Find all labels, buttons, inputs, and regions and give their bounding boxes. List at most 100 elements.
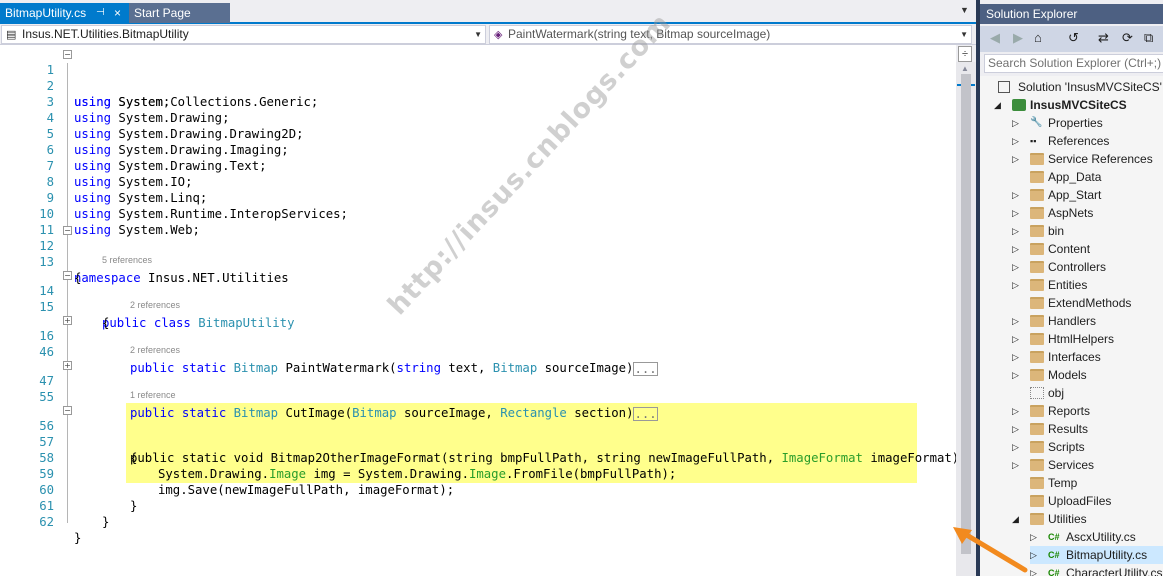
- tree-node-item[interactable]: ▷ Handlers: [1012, 312, 1163, 330]
- sync-icon[interactable]: ↺: [1068, 30, 1079, 46]
- tree-node-file[interactable]: ▷ C# AscxUtility.cs: [1030, 528, 1163, 546]
- expand-arrow-icon[interactable]: ▷: [1012, 258, 1022, 276]
- collapse-icon[interactable]: −: [63, 226, 72, 235]
- tree-node-item[interactable]: ▷ Controllers: [1012, 258, 1163, 276]
- expand-arrow-icon[interactable]: ▷: [1030, 564, 1040, 576]
- type-dropdown[interactable]: ▤ Insus.NET.Utilities.BitmapUtility ▼: [1, 25, 486, 44]
- tree-node-label: Models: [1048, 368, 1087, 382]
- scroll-up-icon[interactable]: ▲: [961, 64, 969, 73]
- expand-arrow-icon[interactable]: ▷: [1012, 204, 1022, 222]
- tree-node-item[interactable]: ▷ bin: [1012, 222, 1163, 240]
- codelens-references[interactable]: 2 references: [130, 300, 180, 311]
- references-icon: ▪▪: [1030, 136, 1037, 146]
- tree-node-item[interactable]: ▷ Content: [1012, 240, 1163, 258]
- expand-arrow-icon[interactable]: ▷: [1012, 186, 1022, 204]
- code-line: 57 {: [0, 418, 956, 465]
- tree-node-item[interactable]: ▷ Scripts: [1012, 438, 1163, 456]
- tree-node-item[interactable]: ▷ Service References: [1012, 150, 1163, 168]
- expand-arrow-icon[interactable]: ▷: [1012, 312, 1022, 330]
- expand-arrow-icon[interactable]: ▷: [1030, 546, 1040, 564]
- close-icon[interactable]: ×: [114, 3, 121, 23]
- forward-icon[interactable]: ▶: [1013, 30, 1023, 46]
- tree-node-item[interactable]: ▷ ▪▪ References: [1012, 132, 1163, 150]
- expand-arrow-icon[interactable]: ▷: [1012, 366, 1022, 384]
- folder-icon: [1030, 423, 1044, 435]
- collapse-icon[interactable]: −: [63, 271, 72, 280]
- expand-arrow-icon[interactable]: ▷: [1012, 240, 1022, 258]
- expand-arrow-icon[interactable]: ▷: [1012, 456, 1022, 474]
- expand-arrow-icon[interactable]: ▷: [1012, 438, 1022, 456]
- collapse-icon[interactable]: −: [63, 406, 72, 415]
- expand-arrow-icon[interactable]: ▷: [1012, 132, 1022, 150]
- tree-node-item[interactable]: ▷ Reports: [1012, 402, 1163, 420]
- code-line: 60 }: [0, 466, 956, 513]
- tab-start-page[interactable]: Start Page: [129, 3, 230, 23]
- tree-node-item[interactable]: ▷ Entities: [1012, 276, 1163, 294]
- expand-arrow-icon[interactable]: ▷: [1012, 150, 1022, 168]
- scrollbar-thumb[interactable]: [961, 74, 971, 554]
- tree-node-file[interactable]: ▷ C# CharacterUtility.cs: [1030, 564, 1163, 576]
- tree-node-item[interactable]: UploadFiles: [1012, 492, 1163, 510]
- tree-node-label: Content: [1048, 242, 1091, 256]
- tree-node-item[interactable]: Temp: [1012, 474, 1163, 492]
- back-icon[interactable]: ◀: [990, 30, 1000, 46]
- tree-node-item[interactable]: ▷ Results: [1012, 420, 1163, 438]
- member-dropdown[interactable]: ◈ PaintWatermark(string text, Bitmap sou…: [489, 25, 972, 44]
- tree-node-item[interactable]: ◢ Utilities: [1012, 510, 1163, 528]
- csharp-file-icon: C#: [1048, 550, 1060, 560]
- expand-arrow-icon[interactable]: ▷: [1012, 420, 1022, 438]
- codelens-references[interactable]: 5 references: [102, 255, 152, 266]
- collapse-icon[interactable]: −: [63, 50, 72, 59]
- code-line: 10 using System.Web;: [0, 190, 956, 237]
- tab-overflow-dropdown-icon[interactable]: ▼: [960, 5, 969, 15]
- tree-node-label: BitmapUtility.cs: [1066, 548, 1148, 562]
- expand-arrow-icon[interactable]: ▷: [1030, 528, 1040, 546]
- tree-node-item[interactable]: ▷ Models: [1012, 366, 1163, 384]
- tree-node-item[interactable]: App_Data: [1012, 168, 1163, 186]
- expand-arrow-icon[interactable]: ▷: [1012, 222, 1022, 240]
- tree-node-project[interactable]: ◢ InsusMVCSiteCS: [994, 96, 1163, 114]
- code-line: 46: [0, 328, 956, 359]
- solution-explorer-panel: Solution Explorer ◀ ▶ ⌂ ↺ ⇄ ⟳ ⧉ Search S…: [976, 0, 1163, 576]
- pin-icon[interactable]: ⊣: [96, 3, 105, 23]
- expand-icon[interactable]: +: [63, 361, 72, 370]
- home-icon[interactable]: ⌂: [1034, 30, 1042, 46]
- split-window-icon[interactable]: ÷: [958, 46, 972, 62]
- codelens-references[interactable]: 2 references: [130, 345, 180, 356]
- tree-node-label: CharacterUtility.cs: [1066, 566, 1163, 576]
- tree-node-item[interactable]: ▷ 🔧 Properties: [1012, 114, 1163, 132]
- folder-icon: [1030, 441, 1044, 453]
- expand-arrow-icon[interactable]: ▷: [1012, 330, 1022, 348]
- tab-bitmaputility[interactable]: BitmapUtility.cs ⊣ ×: [0, 3, 129, 23]
- search-input[interactable]: Search Solution Explorer (Ctrl+;): [984, 54, 1163, 73]
- tree-node-item[interactable]: ▷ Services: [1012, 456, 1163, 474]
- expand-icon[interactable]: +: [63, 316, 72, 325]
- expand-arrow-icon[interactable]: ▷: [1012, 402, 1022, 420]
- panel-title[interactable]: Solution Explorer: [980, 4, 1163, 24]
- refresh-icon[interactable]: ⟳: [1122, 30, 1133, 46]
- codelens-references[interactable]: 1 reference: [130, 390, 176, 401]
- switch-views-icon[interactable]: ⇄: [1098, 30, 1109, 46]
- expanded-arrow-icon[interactable]: ◢: [994, 96, 1004, 114]
- tree-node-file[interactable]: ▷ C# BitmapUtility.cs: [1030, 546, 1163, 564]
- tree-node-item[interactable]: ▷ App_Start: [1012, 186, 1163, 204]
- tree-node-item[interactable]: obj: [1012, 384, 1163, 402]
- code-line: 9 using System.Runtime.InteropServices;: [0, 174, 956, 221]
- expand-arrow-icon[interactable]: ▷: [1012, 276, 1022, 294]
- code-line: 13 {: [0, 238, 956, 285]
- tree-node-item[interactable]: ExtendMethods: [1012, 294, 1163, 312]
- collapse-all-icon[interactable]: ⧉: [1144, 30, 1153, 46]
- tree-node-item[interactable]: ▷ HtmlHelpers: [1012, 330, 1163, 348]
- tree-node-item[interactable]: ▷ Interfaces: [1012, 348, 1163, 366]
- tree-node-solution[interactable]: Solution 'InsusMVCSiteCS' (1 project): [984, 78, 1163, 96]
- code-line: 1 − using System;: [0, 46, 956, 109]
- expand-arrow-icon[interactable]: ▷: [1012, 348, 1022, 366]
- navigation-bar: ▤ Insus.NET.Utilities.BitmapUtility ▼ ◈ …: [0, 24, 976, 45]
- expand-arrow-icon[interactable]: ▷: [1012, 114, 1022, 132]
- code-line: 12 − namespace Insus.NET.Utilities: [0, 222, 956, 285]
- tree-node-item[interactable]: ▷ AspNets: [1012, 204, 1163, 222]
- method-icon: ◈: [494, 29, 503, 41]
- code-view[interactable]: 1 − using System; 2 using System.Collect…: [0, 45, 959, 576]
- code-line: 2 using System.Collections.Generic;: [0, 62, 956, 109]
- vertical-scrollbar[interactable]: ▲: [956, 62, 976, 576]
